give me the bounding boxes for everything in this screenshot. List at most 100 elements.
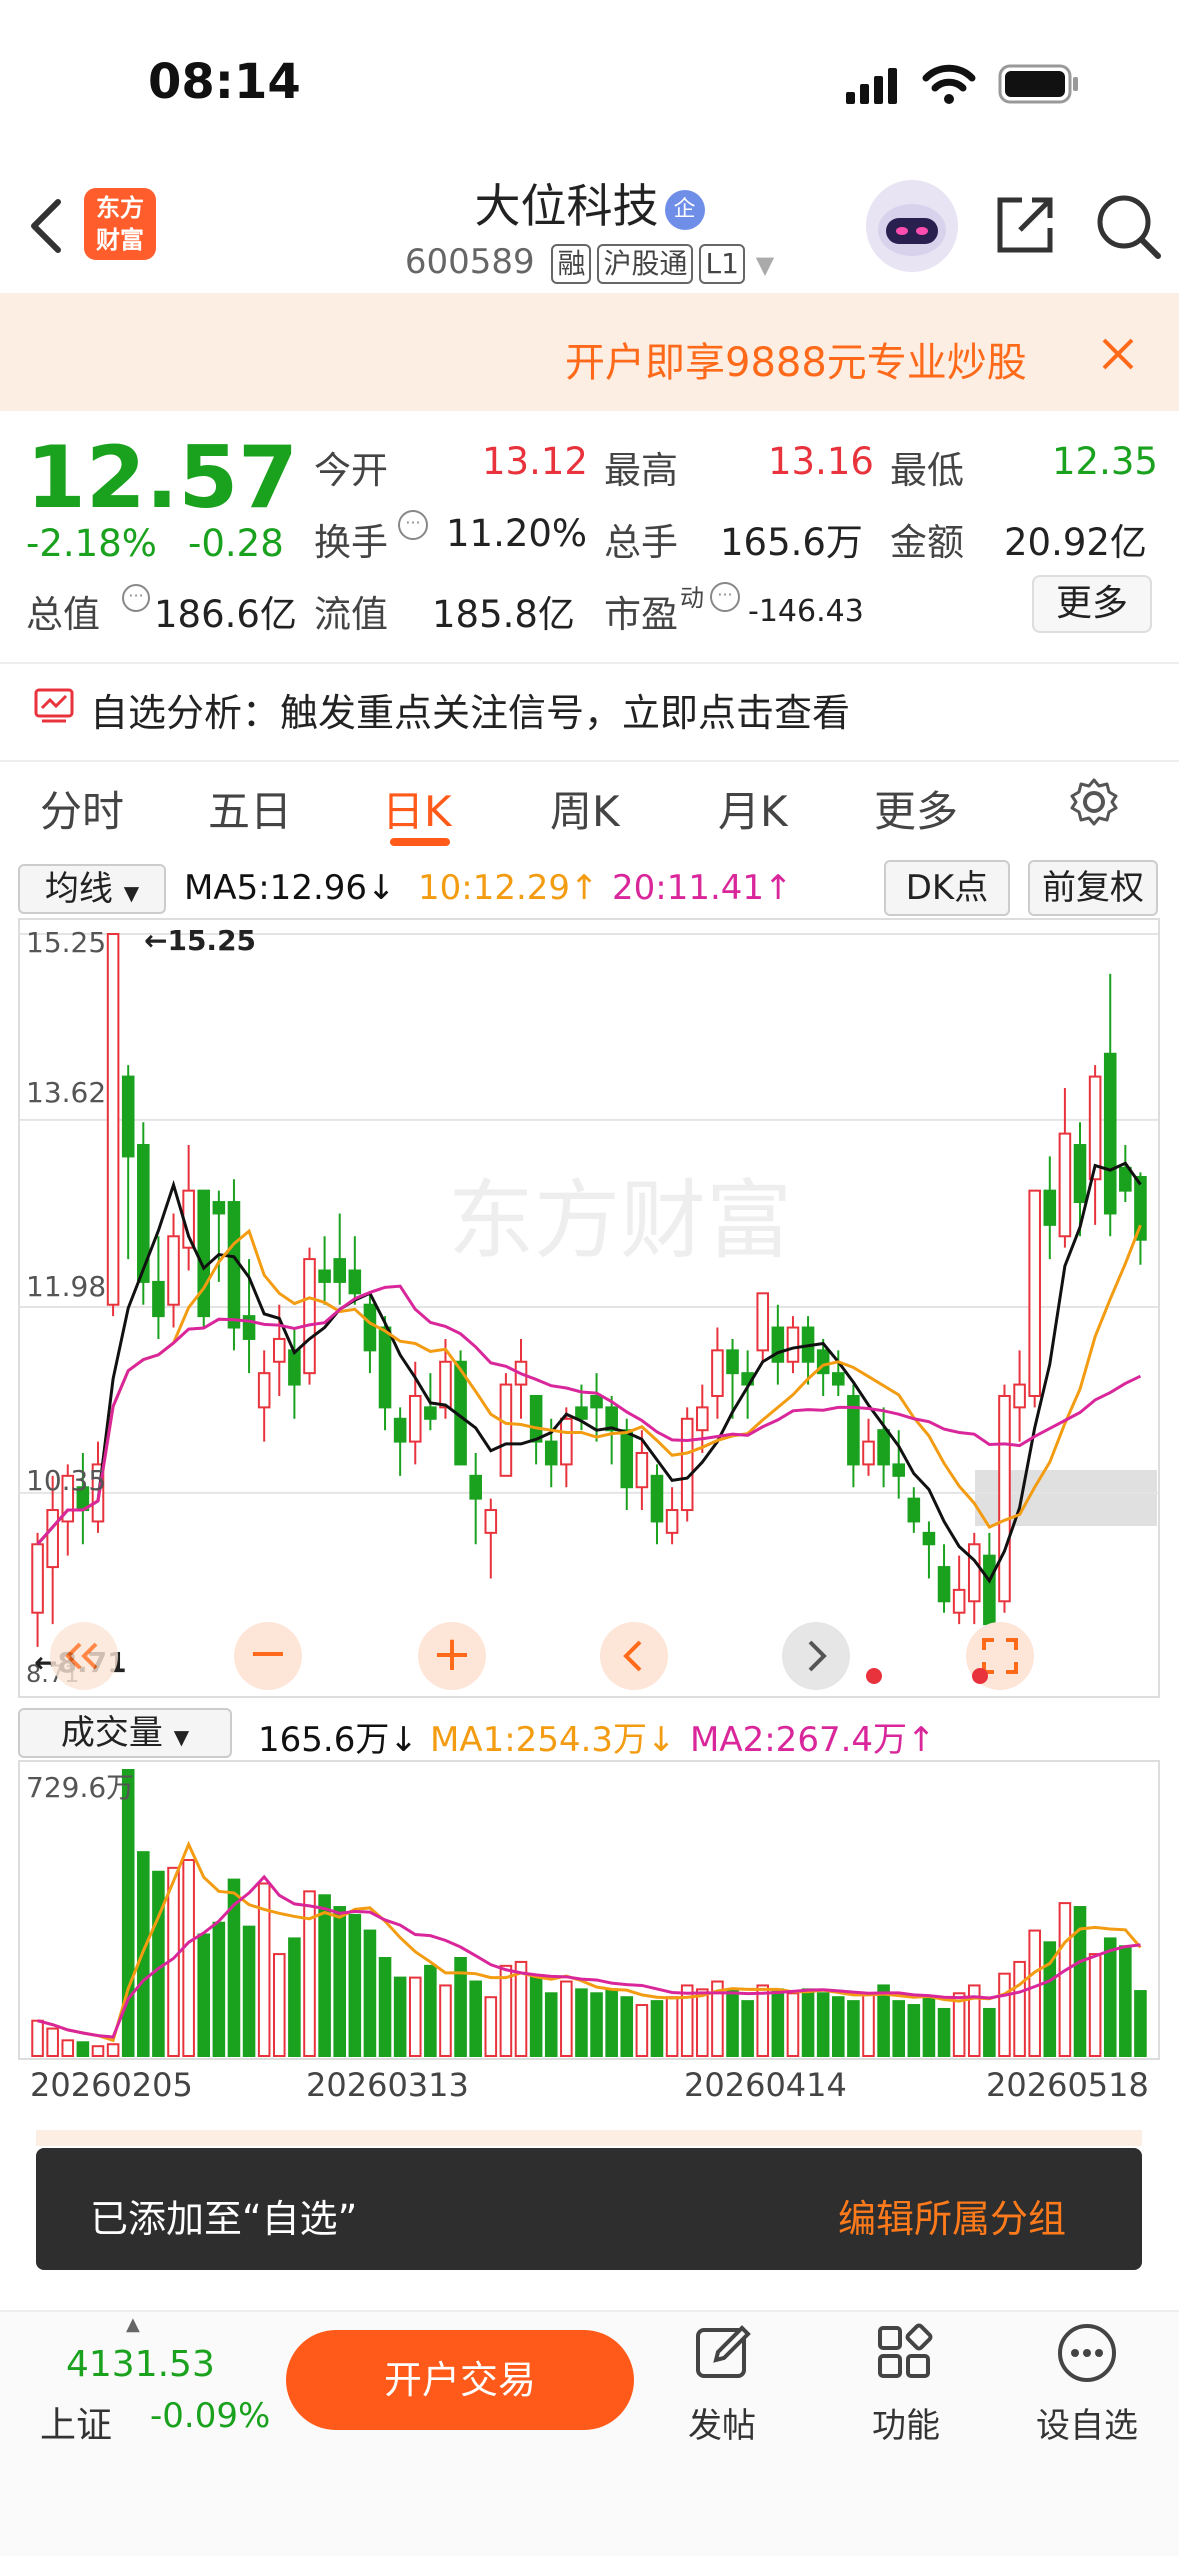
function-label[interactable]: 功能 [872, 2398, 940, 2447]
tab-more[interactable]: 更多 [874, 778, 958, 839]
zoom-out-button[interactable]: − [234, 1622, 302, 1690]
volume-bar [408, 1976, 422, 2057]
candle [1073, 1122, 1087, 1237]
info-icon[interactable]: ··· [710, 582, 740, 612]
volume-chart[interactable]: 729.6万 [18, 1760, 1160, 2060]
promo-text[interactable]: 开户即享9888元专业炒股 [565, 330, 1027, 388]
volume-bar [212, 1921, 226, 2057]
chart-settings-icon[interactable] [1068, 776, 1120, 832]
volume-bar [1013, 1960, 1026, 2057]
float-label: 流值 [314, 593, 388, 636]
volume-bar [847, 2000, 860, 2058]
change-amount: -0.28 [188, 522, 284, 565]
volume-bar [378, 1957, 392, 2057]
post-icon[interactable] [694, 2322, 754, 2386]
vol-select[interactable]: 成交量 ▼ [18, 1708, 232, 1758]
volume-bar [393, 1976, 407, 2057]
x-date-1: 20260205 [30, 2066, 193, 2104]
volume-bar [937, 2007, 951, 2057]
adjust-button[interactable]: 前复权 [1028, 860, 1158, 916]
ma-select[interactable]: 均线 ▼ [18, 864, 166, 914]
share-icon[interactable] [992, 192, 1058, 262]
volume-bar [560, 1980, 573, 2057]
more-button[interactable]: 更多 [1032, 575, 1152, 633]
info-icon[interactable]: ··· [122, 584, 150, 612]
volume-bar [801, 1988, 815, 2057]
pe-value: -146.43 [748, 594, 864, 629]
search-icon[interactable] [1094, 192, 1164, 266]
tab-five-day[interactable]: 五日 [208, 778, 292, 839]
scroll-left-button[interactable] [50, 1622, 118, 1690]
kline-chart[interactable]: 东方财富 15.25 13.62 11.98 10.35 8.71 ←15.25… [18, 918, 1160, 1698]
tab-weekly-k[interactable]: 周K [550, 778, 620, 839]
pan-right-button[interactable] [782, 1622, 850, 1690]
volume-bar [76, 2041, 90, 2057]
candle [967, 1532, 981, 1625]
ma20-value: 20:11.41↑ [612, 868, 793, 908]
y-label-4: 10.35 [26, 1464, 107, 1497]
tab-daily-k[interactable]: 日K [382, 778, 452, 839]
volume-bar [1103, 1937, 1117, 2058]
volume-bar [31, 2019, 44, 2058]
assistant-avatar[interactable] [866, 180, 958, 272]
index-value[interactable]: 4131.53 [66, 2344, 215, 2385]
high-label: 最高 [604, 449, 678, 492]
post-label[interactable]: 发帖 [688, 2398, 756, 2447]
candle [998, 1384, 1011, 1613]
index-name[interactable]: 上证 [40, 2396, 112, 2448]
tab-intraday[interactable]: 分时 [40, 778, 124, 839]
tab-monthly-k[interactable]: 月K [718, 778, 788, 839]
volume-bar [892, 2000, 906, 2058]
change-pct: -2.18% [26, 522, 157, 565]
toast-action[interactable]: 编辑所属分组 [838, 2188, 1066, 2243]
index-up-arrow: ▲ [126, 2314, 140, 2335]
volume-bar [1119, 1945, 1132, 2057]
dropdown-icon[interactable]: ▼ [756, 251, 774, 279]
volume-bar [952, 1992, 966, 2057]
index-change[interactable]: -0.09% [150, 2396, 270, 2436]
pan-left-button[interactable] [600, 1622, 668, 1690]
volume-bar [318, 1894, 331, 2057]
close-icon[interactable] [1100, 336, 1136, 376]
zoom-in-button[interactable]: + [418, 1622, 486, 1690]
dk-button[interactable]: DK点 [884, 860, 1010, 916]
candle [1134, 1172, 1147, 1265]
turnover-value: 11.20% [446, 512, 588, 555]
y-label-max: 15.25 [26, 926, 107, 959]
watchlist-label[interactable]: 设自选 [1036, 2398, 1138, 2447]
info-icon[interactable]: ··· [398, 510, 428, 540]
function-icon[interactable] [876, 2322, 936, 2386]
amount-label: 金额 [890, 521, 964, 564]
trade-button[interactable]: 开户交易 [286, 2330, 634, 2430]
turnover-label: 换手 [314, 521, 388, 564]
watchlist-icon[interactable] [1056, 2322, 1118, 2388]
watermark: 东方财富 [448, 1171, 792, 1271]
tag-level: L1 [699, 244, 745, 284]
candle [121, 1065, 135, 1260]
candle [393, 1407, 407, 1476]
wifi-icon [922, 62, 976, 110]
candle [46, 1475, 59, 1625]
vol-y-max: 729.6万 [26, 1771, 135, 1804]
high-value: 13.16 [768, 440, 874, 483]
volume-bar [983, 2007, 996, 2057]
analysis-text[interactable]: 自选分析：触发重点关注信号，立即点击查看 [90, 682, 850, 737]
volume-bar [91, 2045, 105, 2057]
ma-select-label: 均线 [44, 869, 113, 909]
candle [1028, 1189, 1041, 1408]
open-value: 13.12 [482, 440, 588, 483]
volume-bar [877, 1984, 890, 2058]
candle [937, 1544, 951, 1613]
x-date-3: 20260414 [684, 2066, 847, 2104]
y-label-2: 13.62 [26, 1076, 107, 1109]
volume-bar [922, 1996, 936, 2057]
candle [1088, 1065, 1102, 1225]
candle [650, 1464, 664, 1545]
candle [529, 1394, 543, 1465]
candle [665, 1487, 679, 1545]
low-label: 最低 [890, 449, 964, 492]
candle [31, 1532, 44, 1647]
vol-select-label: 成交量 [60, 1713, 163, 1753]
verified-badge: 企 [664, 189, 705, 230]
volume-bar [726, 1988, 739, 2057]
